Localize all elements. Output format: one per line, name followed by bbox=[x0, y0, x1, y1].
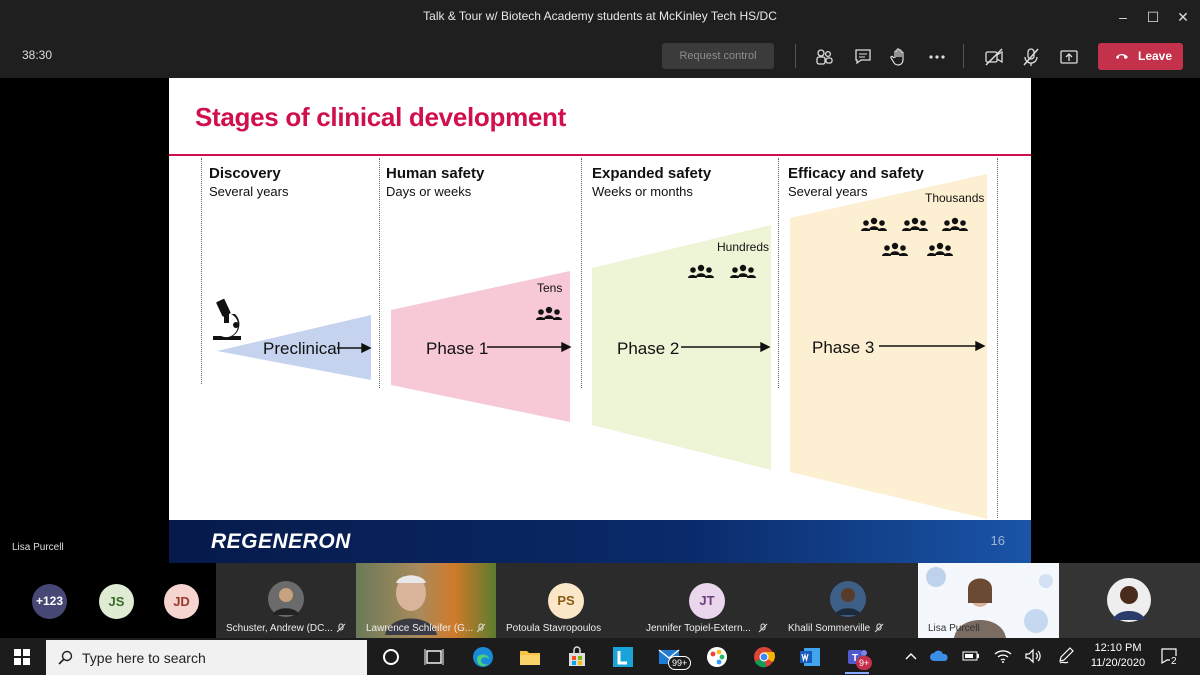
chevron-up-icon[interactable] bbox=[905, 651, 917, 661]
participant-avatar[interactable]: JS bbox=[99, 584, 134, 619]
participant-name: Khalil Sommerville bbox=[788, 623, 871, 634]
search-placeholder: Type here to search bbox=[82, 650, 206, 666]
chat-icon[interactable] bbox=[852, 46, 874, 68]
leave-label: Leave bbox=[1138, 49, 1173, 63]
participant-name: Lawrence Schleifer (G... bbox=[366, 623, 474, 634]
request-control-button[interactable]: Request control bbox=[662, 43, 774, 69]
share-screen-icon[interactable] bbox=[1058, 46, 1080, 68]
windows-start-icon[interactable] bbox=[14, 649, 30, 665]
meeting-toolbar: 38:30 Request control Leave bbox=[0, 34, 1200, 78]
minimize-button[interactable]: – bbox=[1108, 6, 1138, 28]
search-icon bbox=[58, 650, 73, 665]
participant-photo bbox=[268, 581, 304, 617]
phone-hangup-icon bbox=[1116, 54, 1128, 59]
clock-date: 11/20/2020 bbox=[1090, 657, 1146, 669]
participant-photo bbox=[830, 581, 866, 617]
mic-muted-icon bbox=[336, 623, 346, 633]
participant-video-tile[interactable]: Lawrence Schleifer (G... bbox=[356, 563, 496, 638]
mic-muted-icon bbox=[758, 623, 768, 633]
participant-tile[interactable]: JT Jennifer Topiel-Extern... bbox=[636, 563, 778, 638]
battery-icon[interactable] bbox=[962, 650, 980, 662]
wifi-icon[interactable] bbox=[994, 648, 1012, 664]
file-explorer-icon[interactable] bbox=[518, 645, 542, 669]
participant-strip: +123 JS JD Schuster, Andrew (DC... Lawre… bbox=[0, 563, 1200, 638]
word-icon[interactable] bbox=[798, 645, 822, 669]
clock-time: 12:10 PM bbox=[1094, 642, 1142, 654]
cortana-icon[interactable] bbox=[379, 645, 403, 669]
taskbar-search-box[interactable]: Type here to search bbox=[46, 640, 367, 675]
regeneron-logo: REGENERON bbox=[211, 530, 351, 553]
chrome-icon[interactable] bbox=[752, 645, 776, 669]
participant-photo bbox=[1107, 578, 1151, 622]
phase-label-phase1: Phase 1 bbox=[426, 339, 489, 358]
participant-initials: PS bbox=[548, 583, 584, 619]
phase-funnel-graphic bbox=[213, 174, 987, 519]
edge-browser-icon[interactable] bbox=[471, 645, 495, 669]
close-button[interactable]: ✕ bbox=[1168, 6, 1198, 28]
leave-button[interactable]: Leave bbox=[1098, 43, 1183, 70]
active-app-indicator bbox=[845, 672, 869, 674]
participant-name: Jennifer Topiel-Extern... bbox=[646, 623, 751, 634]
participant-tile[interactable]: Schuster, Andrew (DC... bbox=[216, 563, 356, 638]
windows-taskbar: Type here to search 99+ T 9+ 12:10 PM 11… bbox=[0, 638, 1200, 675]
phase-label-preclinical: Preclinical bbox=[263, 339, 341, 358]
count-label-tens: Tens bbox=[537, 281, 563, 295]
participant-tile[interactable]: Khalil Sommerville bbox=[778, 563, 918, 638]
people-icon[interactable] bbox=[813, 46, 835, 68]
onedrive-icon[interactable] bbox=[930, 649, 950, 663]
camera-off-icon[interactable] bbox=[983, 46, 1005, 68]
phase-label-phase3: Phase 3 bbox=[812, 338, 875, 357]
raise-hand-icon[interactable] bbox=[888, 46, 910, 68]
toolbar-separator bbox=[963, 44, 964, 68]
participant-initials: JT bbox=[689, 583, 725, 619]
shared-slide: Stages of clinical development Discovery… bbox=[169, 78, 1031, 563]
presenter-label: Lisa Purcell bbox=[12, 542, 64, 553]
more-options-icon[interactable] bbox=[926, 46, 948, 68]
notification-count: 2 bbox=[1170, 656, 1178, 667]
paint-icon[interactable] bbox=[705, 645, 729, 669]
participant-name: Potoula Stavropoulos bbox=[506, 623, 602, 634]
phase-label-phase2: Phase 2 bbox=[617, 339, 680, 358]
count-label-thousands: Thousands bbox=[925, 191, 985, 205]
system-clock[interactable]: 12:10 PM 11/20/2020 bbox=[1080, 641, 1156, 671]
microsoft-store-icon[interactable] bbox=[565, 645, 589, 669]
l-app-icon[interactable] bbox=[611, 645, 635, 669]
mic-muted-icon bbox=[476, 623, 486, 633]
mic-muted-icon bbox=[874, 623, 884, 633]
mic-off-icon[interactable] bbox=[1020, 46, 1042, 68]
window-title: Talk & Tour w/ Biotech Academy students … bbox=[423, 9, 777, 23]
participant-name: Lisa Purcell bbox=[928, 623, 980, 634]
pen-workspace-icon[interactable] bbox=[1058, 647, 1074, 665]
more-participants-button[interactable]: +123 bbox=[32, 584, 67, 619]
teams-badge: 9+ bbox=[856, 656, 873, 670]
slide-footer: REGENERON 16 bbox=[169, 520, 1031, 563]
participant-avatar[interactable]: JD bbox=[164, 584, 199, 619]
participant-tile[interactable] bbox=[1059, 563, 1200, 638]
slide-page-number: 16 bbox=[990, 533, 1005, 548]
participant-video-tile[interactable]: Lisa Purcell bbox=[918, 563, 1059, 638]
microscope-icon bbox=[213, 298, 241, 340]
volume-icon[interactable] bbox=[1024, 648, 1042, 664]
participant-tile[interactable]: PS Potoula Stavropoulos bbox=[496, 563, 636, 638]
count-label-hundreds: Hundreds bbox=[717, 240, 770, 254]
window-title-bar: Talk & Tour w/ Biotech Academy students … bbox=[0, 0, 1200, 34]
mail-badge: 99+ bbox=[668, 656, 692, 670]
maximize-button[interactable]: ☐ bbox=[1138, 6, 1168, 28]
task-view-icon[interactable] bbox=[422, 645, 446, 669]
participant-name: Schuster, Andrew (DC... bbox=[226, 623, 333, 634]
meeting-timer: 38:30 bbox=[22, 48, 53, 62]
toolbar-separator bbox=[795, 44, 796, 68]
